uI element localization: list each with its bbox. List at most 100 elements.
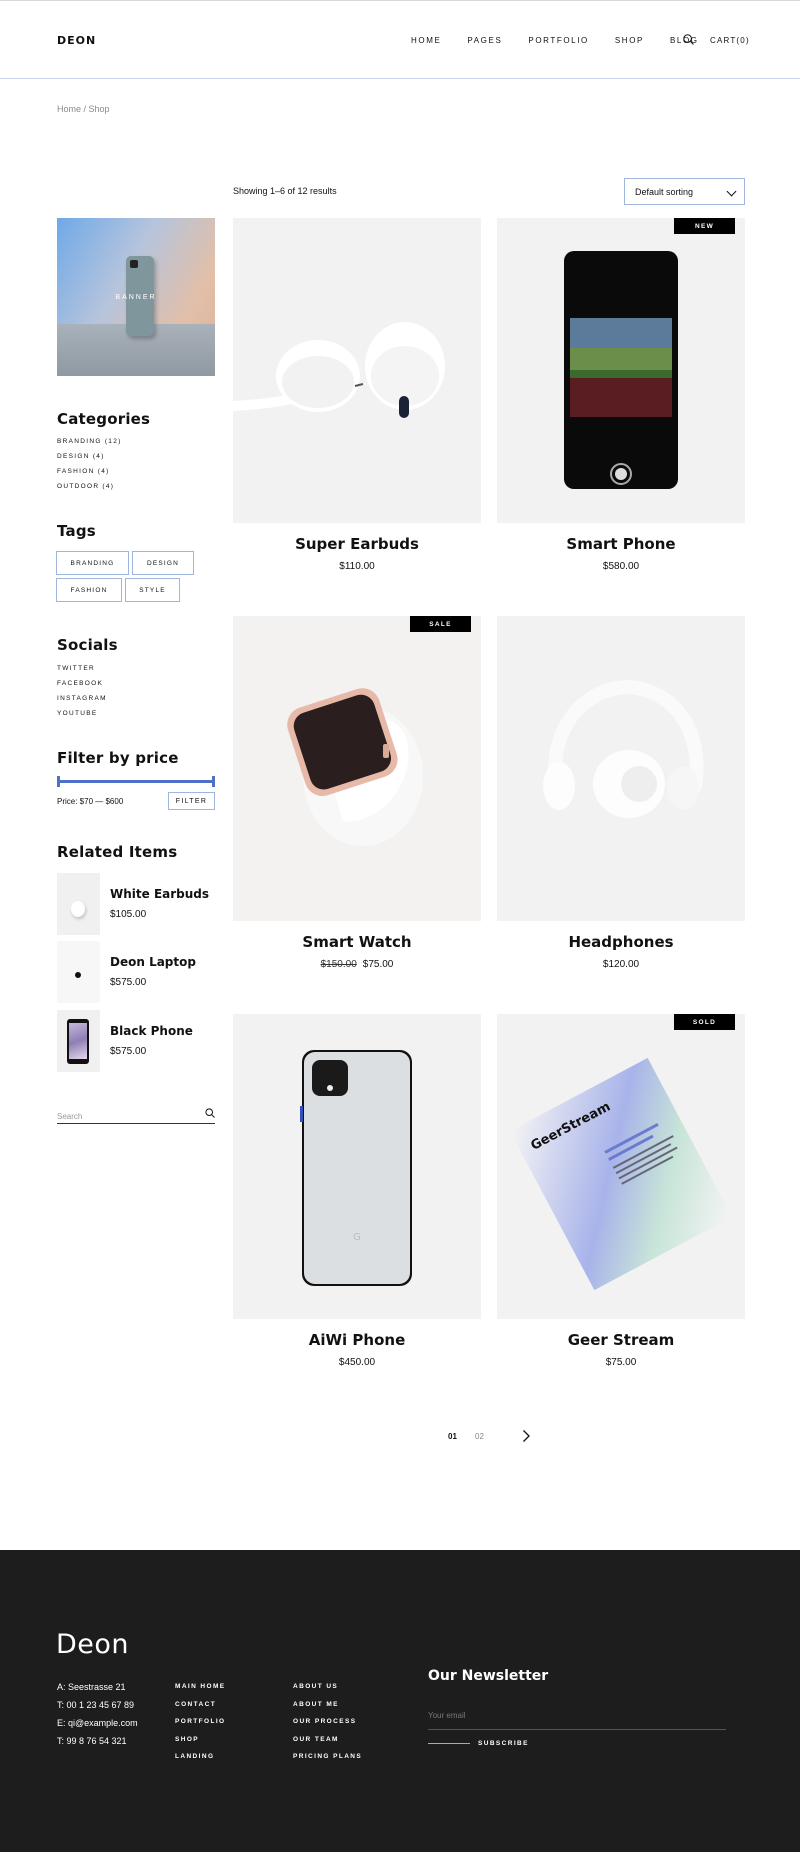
related-thumb-laptop	[57, 941, 100, 1003]
related-thumb-earbuds	[57, 873, 100, 935]
product-title[interactable]: Headphones	[497, 933, 745, 951]
product-price: $450.00	[338, 1357, 376, 1368]
search-input[interactable]	[57, 1112, 197, 1121]
page-link-current[interactable]: 01	[448, 1432, 457, 1441]
social-link-facebook[interactable]: FACEBOOK	[57, 676, 107, 691]
nav-portfolio[interactable]: PORTFOLIO	[528, 36, 588, 45]
filter-title: Filter by price	[57, 749, 179, 767]
nav-shop[interactable]: SHOP	[615, 36, 644, 45]
product-card[interactable]: NEW Smart Phone $580.00	[497, 218, 745, 598]
price-slider[interactable]	[57, 776, 215, 787]
product-card[interactable]: SALE Smart Watch $150.00 $75.00	[233, 616, 481, 996]
product-title[interactable]: Super Earbuds	[233, 535, 481, 553]
cart-link[interactable]: CART(0)	[710, 36, 750, 45]
product-price: $110.00	[339, 561, 375, 572]
tag-button[interactable]: STYLE	[125, 578, 180, 602]
product-title[interactable]: Smart Phone	[497, 535, 745, 553]
product-image-earbuds	[233, 218, 481, 523]
nav-pages[interactable]: PAGES	[467, 36, 502, 45]
related-item-name: Black Phone	[110, 1024, 193, 1038]
product-card[interactable]: GeerStream SOLD Geer Stream $75.00	[497, 1014, 745, 1394]
social-link-twitter[interactable]: TWITTER	[57, 661, 107, 676]
footer-address: A: Seestrasse 21	[57, 1682, 126, 1692]
product-title[interactable]: Geer Stream	[497, 1331, 745, 1349]
categories-list: BRANDING (12) DESIGN (4) FASHION (4) OUT…	[57, 434, 122, 494]
footer-link[interactable]: ABOUT US	[293, 1678, 362, 1696]
footer-logo[interactable]: Deon	[56, 1629, 129, 1660]
breadcrumb[interactable]: Home / Shop	[57, 104, 110, 114]
related-item-price: $575.00	[110, 977, 147, 988]
socials-title: Socials	[57, 636, 118, 654]
related-thumb-phone	[57, 1010, 100, 1072]
product-badge: NEW	[674, 218, 735, 234]
slider-handle-min[interactable]	[57, 776, 60, 787]
social-link-youtube[interactable]: YOUTUBE	[57, 706, 107, 721]
product-title[interactable]: Smart Watch	[233, 933, 481, 951]
chevron-down-icon	[726, 186, 737, 197]
product-title[interactable]: AiWi Phone	[233, 1331, 481, 1349]
tag-button[interactable]: BRANDING	[56, 551, 129, 575]
category-item[interactable]: OUTDOOR (4)	[57, 479, 122, 494]
site-header: DEON HOME PAGES PORTFOLIO SHOP BLOG CART…	[0, 0, 800, 79]
product-image-smartwatch: SALE	[233, 616, 481, 921]
categories-title: Categories	[57, 410, 151, 428]
subscribe-button[interactable]: SUBSCRIBE	[428, 1740, 529, 1747]
footer-link[interactable]: SHOP	[175, 1731, 226, 1749]
nav-home[interactable]: HOME	[411, 36, 441, 45]
footer-contact: A: Seestrasse 21 T: 00 1 23 45 67 89 E: …	[57, 1678, 138, 1750]
socials-list: TWITTER FACEBOOK INSTAGRAM YOUTUBE	[57, 661, 107, 721]
page-link[interactable]: 02	[475, 1432, 484, 1441]
category-item[interactable]: BRANDING (12)	[57, 434, 122, 449]
footer-link[interactable]: CONTACT	[175, 1696, 226, 1714]
footer-email[interactable]: E: qi@example.com	[57, 1714, 138, 1732]
category-item[interactable]: FASHION (4)	[57, 464, 122, 479]
subscribe-label: SUBSCRIBE	[478, 1740, 529, 1747]
related-item[interactable]: Black Phone $575.00	[57, 1010, 217, 1072]
footer-link[interactable]: PORTFOLIO	[175, 1713, 226, 1731]
site-logo[interactable]: DEON	[57, 34, 96, 47]
product-card[interactable]: Headphones $120.00	[497, 616, 745, 996]
sidebar-banner[interactable]: BANNER	[57, 218, 215, 376]
related-item-price: $575.00	[110, 1046, 147, 1057]
product-old-price: $150.00	[320, 959, 357, 970]
tags-title: Tags	[57, 522, 96, 540]
tag-button[interactable]: FASHION	[56, 578, 122, 602]
search-icon[interactable]	[683, 34, 694, 45]
footer-link[interactable]: PRICING PLANS	[293, 1748, 362, 1766]
product-card[interactable]: Super Earbuds $110.00	[233, 218, 481, 598]
search-icon[interactable]	[205, 1108, 215, 1118]
category-item[interactable]: DESIGN (4)	[57, 449, 122, 464]
subscribe-line-decoration	[428, 1743, 470, 1744]
product-price: $120.00	[602, 959, 640, 970]
footer-link[interactable]: OUR TEAM	[293, 1731, 362, 1749]
product-card[interactable]: G AiWi Phone $450.00	[233, 1014, 481, 1394]
related-item[interactable]: White Earbuds $105.00	[57, 873, 217, 935]
social-link-instagram[interactable]: INSTAGRAM	[57, 691, 107, 706]
next-page-button[interactable]	[522, 1429, 531, 1445]
filter-button[interactable]: FILTER	[168, 792, 215, 810]
newsletter-email-input[interactable]	[428, 1711, 718, 1720]
newsletter-title: Our Newsletter	[428, 1668, 549, 1684]
footer-link[interactable]: ABOUT ME	[293, 1696, 362, 1714]
related-item[interactable]: Deon Laptop $575.00	[57, 941, 217, 1003]
price-range-text: Price: $70 — $600	[57, 797, 124, 806]
footer-link[interactable]: LANDING	[175, 1748, 226, 1766]
sidebar-search	[57, 1106, 215, 1124]
footer-phone: T: 00 1 23 45 67 89	[57, 1700, 135, 1710]
product-badge: SOLD	[674, 1014, 735, 1030]
product-price: $580.00	[602, 561, 640, 572]
svg-text:G: G	[353, 1232, 361, 1243]
chevron-right-icon	[523, 1430, 530, 1442]
product-price: $150.00 $75.00	[320, 959, 394, 970]
tag-button[interactable]: DESIGN	[132, 551, 194, 575]
product-image-headphones	[497, 616, 745, 921]
footer-link[interactable]: OUR PROCESS	[293, 1713, 362, 1731]
footer-link[interactable]: MAIN HOME	[175, 1678, 226, 1696]
slider-handle-max[interactable]	[212, 776, 215, 787]
product-image-geer-stream: GeerStream SOLD	[497, 1014, 745, 1319]
site-footer: Deon A: Seestrasse 21 T: 00 1 23 45 67 8…	[0, 1550, 800, 1852]
sorting-select[interactable]: Default sorting	[624, 178, 745, 205]
footer-links-2: ABOUT US ABOUT ME OUR PROCESS OUR TEAM P…	[293, 1678, 362, 1766]
newsletter-field	[428, 1705, 726, 1730]
main-nav: HOME PAGES PORTFOLIO SHOP BLOG	[411, 36, 725, 45]
